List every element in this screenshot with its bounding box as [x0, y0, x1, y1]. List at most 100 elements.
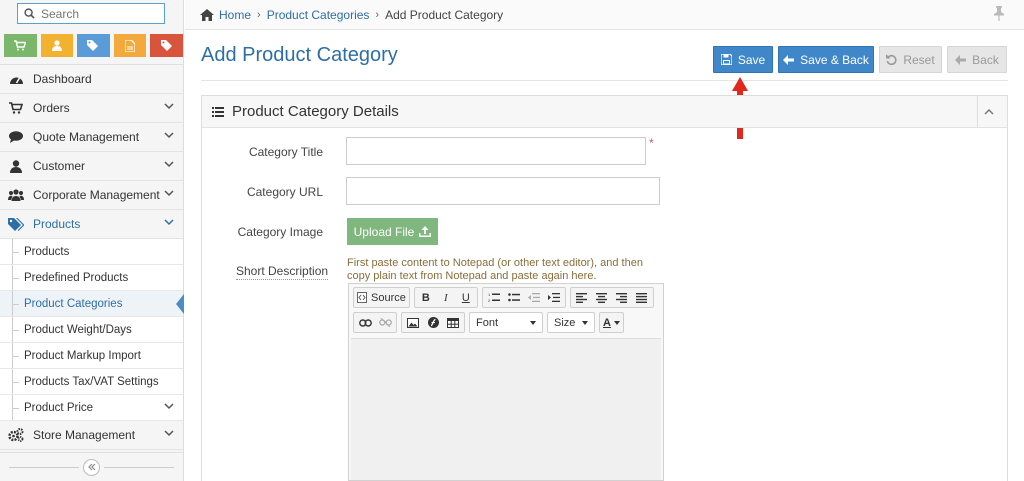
submenu-label: Predefined Products	[24, 271, 129, 284]
align-left-button[interactable]	[573, 289, 591, 306]
chevron-down-icon	[164, 219, 174, 226]
dashboard-icon	[8, 71, 24, 87]
submenu-label: Products	[24, 245, 70, 258]
submenu-item-predefined-products[interactable]: Predefined Products	[0, 265, 183, 291]
submenu-item-product-weight-days[interactable]: Product Weight/Days	[0, 317, 183, 343]
unlink-button[interactable]	[376, 314, 394, 331]
undo-icon	[886, 54, 897, 65]
unlink-icon	[378, 318, 392, 327]
numbered-list-icon: 12	[488, 292, 500, 303]
chevron-right-icon: ›	[257, 8, 261, 21]
category-image-label: Category Image	[237, 225, 323, 239]
align-center-button[interactable]	[593, 289, 611, 306]
source-button[interactable]: Source	[356, 289, 407, 306]
tags-icon	[8, 216, 24, 232]
svg-text:2: 2	[488, 298, 491, 303]
submenu-item-product-price[interactable]: Product Price	[0, 395, 183, 421]
link-icon	[358, 318, 372, 327]
reset-button[interactable]: Reset	[879, 46, 942, 73]
category-url-label: Category URL	[246, 185, 323, 199]
table-button[interactable]	[444, 314, 462, 331]
menu-item-orders[interactable]: Orders	[0, 94, 183, 123]
link-button[interactable]	[356, 314, 374, 331]
submenu-item-products-tax-vat-settings[interactable]: Products Tax/VAT Settings	[0, 369, 183, 395]
chevron-right-icon: ›	[375, 8, 380, 21]
shortcut-tag-button[interactable]	[150, 34, 183, 57]
outdent-button[interactable]	[525, 289, 543, 306]
list-group: 12	[481, 287, 566, 308]
link-group	[353, 312, 397, 333]
category-url-input[interactable]	[346, 177, 660, 205]
menu-label: Orders	[33, 101, 70, 115]
pin-icon[interactable]	[994, 6, 1004, 24]
shortcut-customer-button[interactable]	[40, 34, 74, 57]
breadcrumb-product-categories-link[interactable]: Product Categories	[267, 8, 370, 22]
outdent-icon	[527, 293, 540, 302]
submenu-label: Product Weight/Days	[24, 323, 132, 336]
source-group: Source	[353, 287, 410, 308]
menu-label: Dashboard	[33, 72, 92, 86]
rich-text-editor: Source B I U 12 Font Size A	[348, 283, 664, 481]
back-button[interactable]: Back	[947, 46, 1007, 73]
arrow-left-icon	[783, 54, 795, 65]
indent-button[interactable]	[545, 289, 563, 306]
align-right-button[interactable]	[613, 289, 631, 306]
editor-content-area[interactable]	[351, 338, 661, 480]
shortcut-products-button[interactable]	[77, 34, 110, 57]
insert-group	[401, 312, 465, 333]
search-input[interactable]	[41, 6, 161, 21]
collapse-panel-button[interactable]	[977, 96, 1007, 127]
numbered-list-button[interactable]: 12	[485, 289, 503, 306]
search-box[interactable]	[17, 3, 165, 24]
breadcrumb-home-link[interactable]: Home	[219, 8, 251, 22]
menu-item-quote-management[interactable]: Quote Management	[0, 123, 183, 152]
image-icon	[407, 317, 419, 328]
menu-item-corporate-management[interactable]: Corporate Management	[0, 181, 183, 210]
divider	[201, 80, 1008, 81]
shortcut-orders-button[interactable]	[4, 34, 37, 57]
image-button[interactable]	[404, 314, 422, 331]
svg-text:1: 1	[488, 292, 491, 297]
underline-button[interactable]: U	[457, 289, 475, 306]
tag-icon	[160, 40, 172, 51]
menu-item-products[interactable]: Products	[0, 210, 183, 239]
main-menu: Dashboard Orders Quote Management Custom…	[0, 64, 184, 450]
submenu-item-product-markup-import[interactable]: Product Markup Import	[0, 343, 183, 369]
text-color-label: A	[603, 316, 611, 329]
italic-button[interactable]: I	[437, 289, 455, 306]
source-icon	[357, 292, 367, 303]
category-title-input[interactable]	[346, 137, 646, 165]
reset-label: Reset	[903, 52, 935, 67]
size-select[interactable]: Size	[547, 312, 595, 333]
justify-button[interactable]	[633, 289, 651, 306]
home-icon[interactable]	[200, 8, 214, 21]
submenu-label: Products Tax/VAT Settings	[24, 375, 159, 388]
shortcut-documents-button[interactable]	[113, 34, 147, 57]
save-and-back-button[interactable]: Save & Back	[778, 46, 874, 73]
chevron-down-icon	[164, 190, 174, 197]
search-icon	[24, 8, 35, 19]
editor-toolbar-row-2: Font Size A	[349, 308, 663, 333]
document-icon	[125, 39, 136, 52]
chevron-up-icon	[983, 108, 994, 115]
panel-header: Product Category Details	[202, 96, 1007, 128]
flash-button[interactable]	[424, 314, 442, 331]
bold-button[interactable]: B	[417, 289, 435, 306]
font-select[interactable]: Font	[469, 312, 543, 333]
size-select-value: Size	[554, 316, 576, 329]
category-title-label: Category Title	[248, 145, 323, 159]
cart-icon	[14, 40, 27, 51]
active-indicator	[176, 294, 184, 314]
text-color-button[interactable]: A	[602, 314, 621, 331]
menu-item-dashboard[interactable]: Dashboard	[0, 65, 183, 94]
menu-item-customer[interactable]: Customer	[0, 152, 183, 181]
save-button[interactable]: Save	[713, 46, 773, 73]
bulleted-list-button[interactable]	[505, 289, 523, 306]
upload-file-button[interactable]: Upload File	[347, 218, 438, 245]
products-submenu: Products Predefined Products Product Cat…	[0, 239, 184, 421]
menu-label: Customer	[33, 159, 86, 173]
collapse-sidebar-button[interactable]	[83, 458, 100, 476]
submenu-item-products[interactable]: Products	[0, 239, 183, 265]
submenu-item-product-categories[interactable]: Product Categories	[0, 291, 184, 317]
menu-item-store-management[interactable]: Store Management	[0, 421, 183, 450]
